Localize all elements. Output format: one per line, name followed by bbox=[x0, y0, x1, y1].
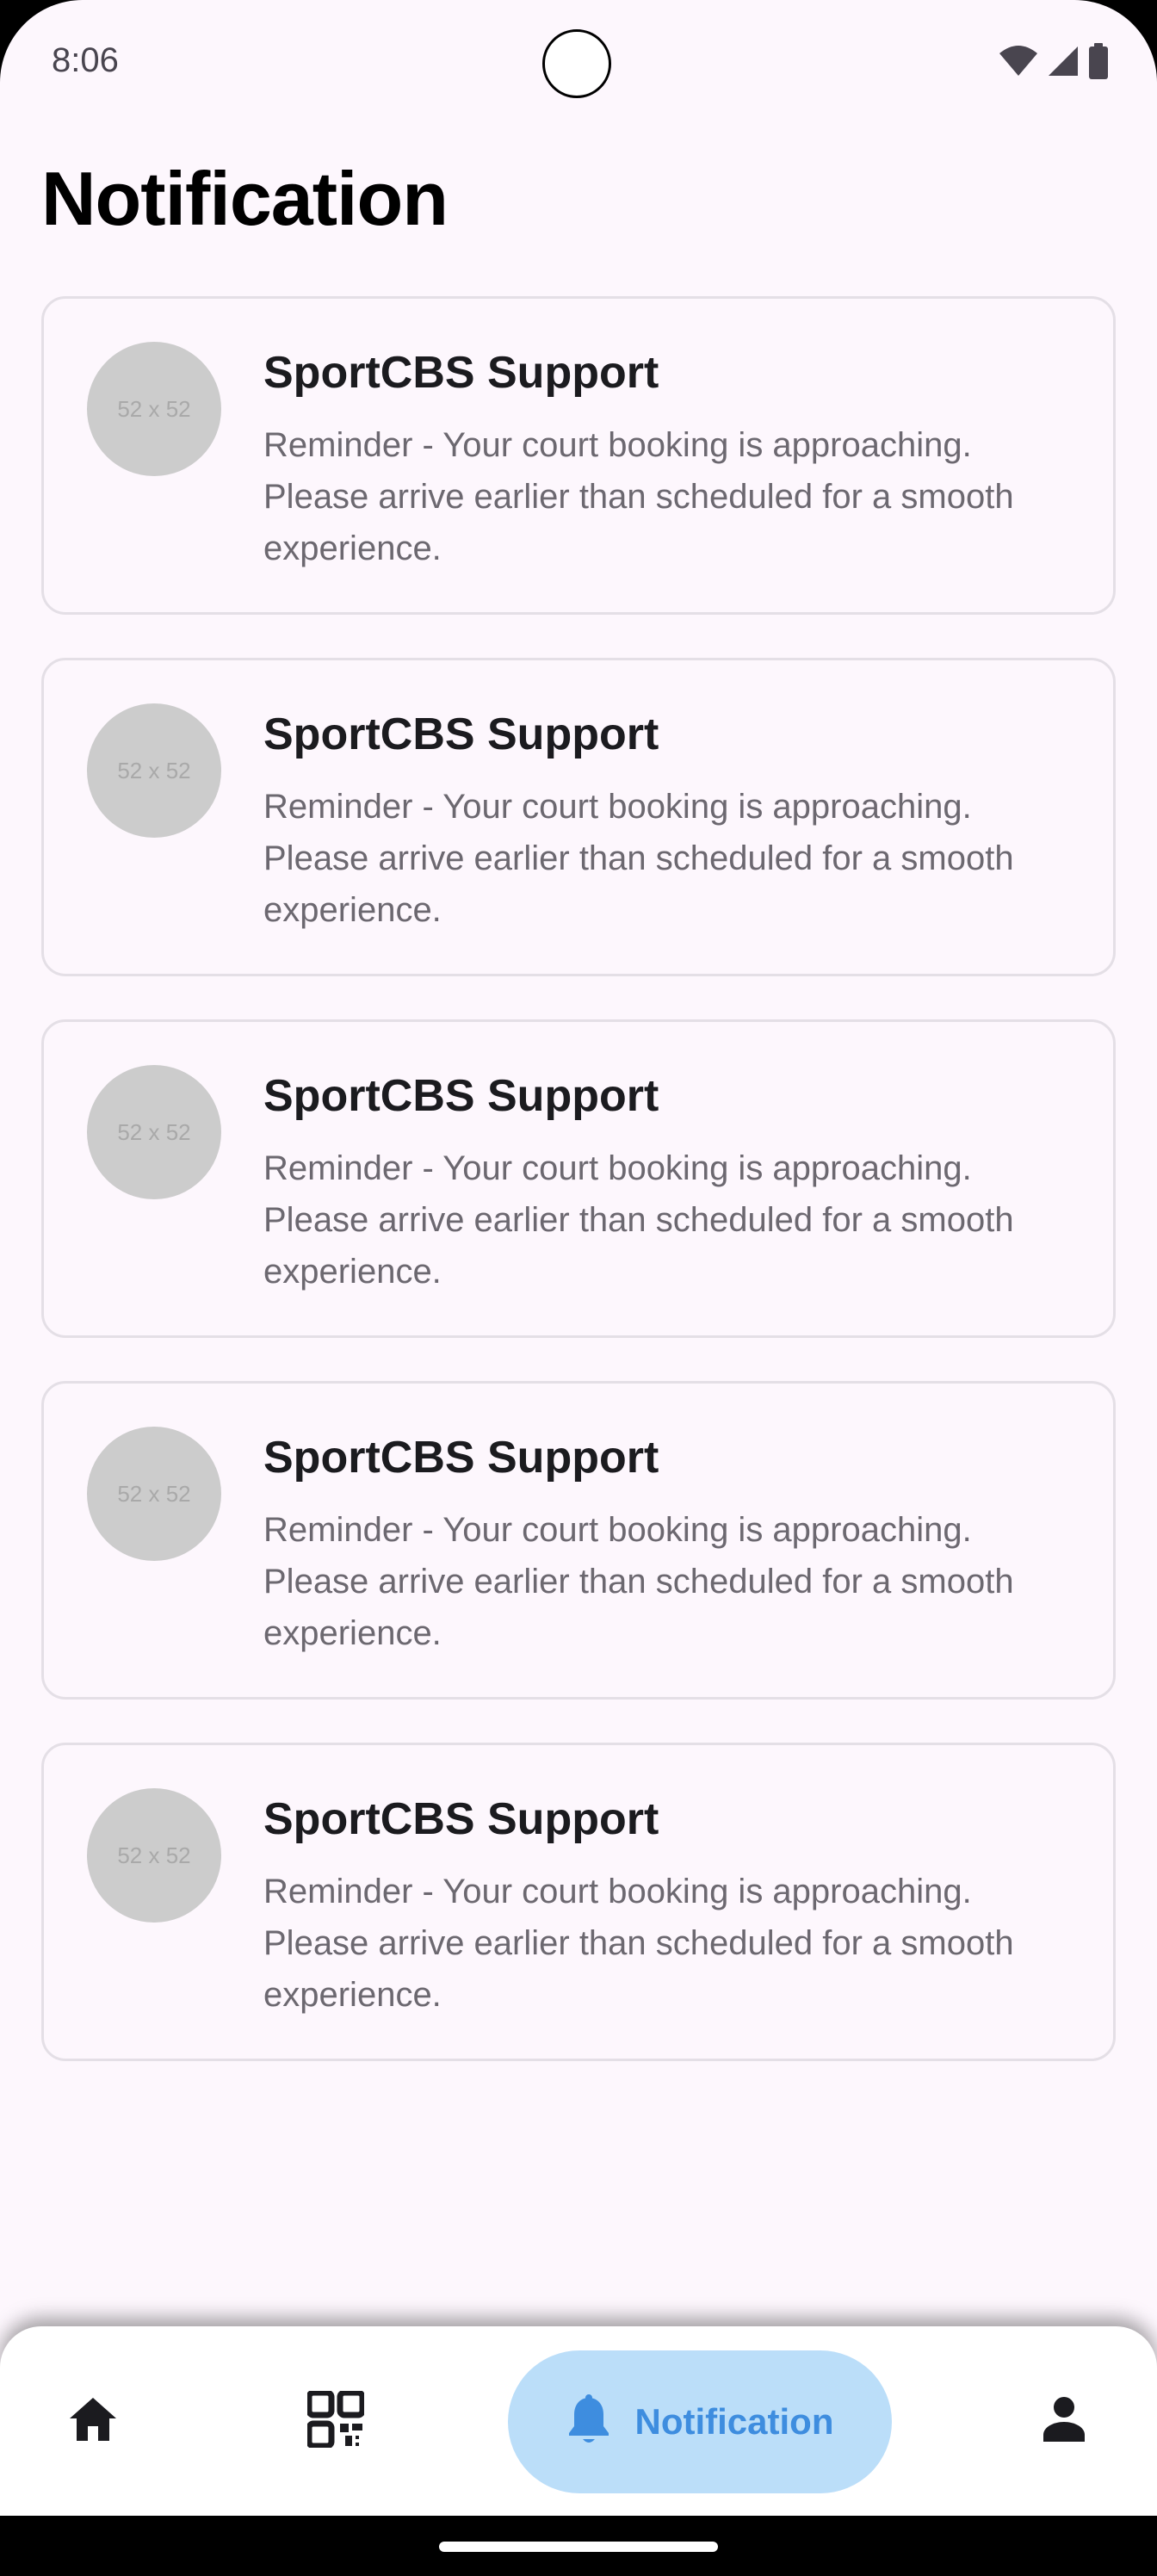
avatar: 52 x 52 bbox=[87, 1788, 221, 1923]
wifi-icon bbox=[999, 45, 1038, 77]
status-icons bbox=[999, 43, 1109, 79]
nav-notification-button[interactable]: Notification bbox=[508, 2350, 892, 2493]
notification-card[interactable]: 52 x 52 SportCBS Support Reminder - Your… bbox=[41, 296, 1116, 615]
notification-card[interactable]: 52 x 52 SportCBS Support Reminder - Your… bbox=[41, 658, 1116, 976]
notification-card[interactable]: 52 x 52 SportCBS Support Reminder - Your… bbox=[41, 1743, 1116, 2061]
bottom-navigation: Notification bbox=[0, 2326, 1157, 2516]
gesture-handle[interactable] bbox=[439, 2542, 718, 2552]
person-icon bbox=[1040, 2395, 1088, 2448]
notification-body: Reminder - Your court booking is approac… bbox=[263, 788, 1014, 929]
nav-notification-label: Notification bbox=[634, 2401, 834, 2442]
notification-body: Reminder - Your court booking is approac… bbox=[263, 1149, 1014, 1291]
bell-icon bbox=[566, 2393, 611, 2450]
notification-title: SportCBS Support bbox=[263, 1794, 659, 1844]
notification-body: Reminder - Your court booking is approac… bbox=[263, 1511, 1014, 1652]
system-gesture-area bbox=[0, 2516, 1157, 2576]
battery-icon bbox=[1088, 43, 1109, 79]
page-title: Notification bbox=[41, 156, 449, 241]
status-time: 8:06 bbox=[52, 41, 119, 79]
phone-screen: 8:06 Notification 52 x 52 SportCBS Suppo… bbox=[0, 0, 1157, 2576]
notification-card[interactable]: 52 x 52 SportCBS Support Reminder - Your… bbox=[41, 1019, 1116, 1338]
notification-list: 52 x 52 SportCBS Support Reminder - Your… bbox=[41, 296, 1116, 2104]
nav-home-button[interactable] bbox=[41, 2326, 145, 2516]
avatar: 52 x 52 bbox=[87, 1427, 221, 1561]
notification-title: SportCBS Support bbox=[263, 1071, 659, 1121]
qr-code-icon bbox=[306, 2389, 366, 2452]
signal-icon bbox=[1047, 45, 1080, 77]
notification-body: Reminder - Your court booking is approac… bbox=[263, 426, 1014, 567]
notification-card[interactable]: 52 x 52 SportCBS Support Reminder - Your… bbox=[41, 1381, 1116, 1700]
notification-title: SportCBS Support bbox=[263, 709, 659, 759]
camera-cutout bbox=[542, 29, 611, 98]
notification-body: Reminder - Your court booking is approac… bbox=[263, 1873, 1014, 2014]
home-icon bbox=[67, 2395, 119, 2448]
avatar: 52 x 52 bbox=[87, 342, 221, 476]
notification-title: SportCBS Support bbox=[263, 1433, 659, 1483]
notification-title: SportCBS Support bbox=[263, 348, 659, 398]
nav-qr-scan-button[interactable] bbox=[284, 2326, 387, 2516]
avatar: 52 x 52 bbox=[87, 1065, 221, 1199]
nav-profile-button[interactable] bbox=[1012, 2326, 1116, 2516]
status-bar: 8:06 bbox=[0, 0, 1157, 129]
avatar: 52 x 52 bbox=[87, 703, 221, 838]
